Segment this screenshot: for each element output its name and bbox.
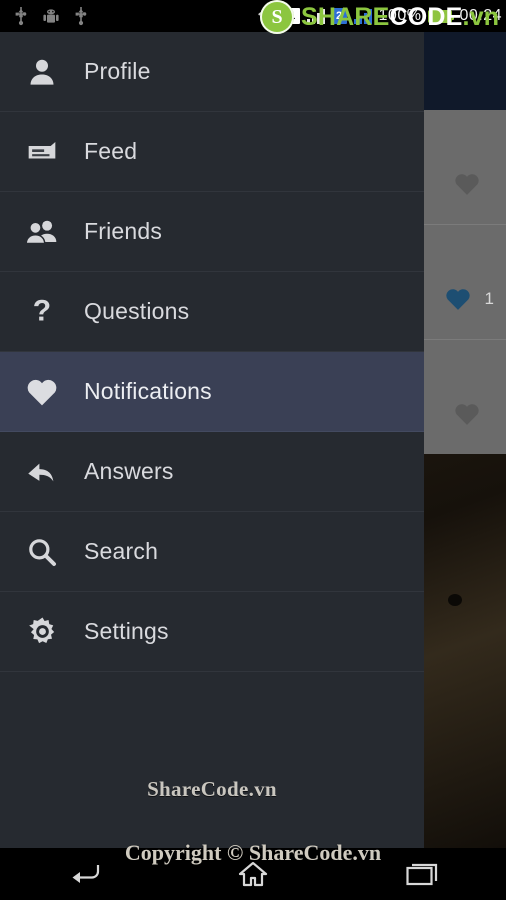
drawer-item-label: Friends xyxy=(84,218,163,244)
android-icon xyxy=(43,9,59,23)
drawer-item-label: Notifications xyxy=(84,378,212,404)
signal-bars-sim1 xyxy=(306,8,325,24)
drawer-item-label: Feed xyxy=(84,138,138,164)
person-icon xyxy=(0,56,84,88)
signal-bars-sim2 xyxy=(353,8,372,24)
drawer-item-label: Search xyxy=(84,538,159,564)
svg-text:?: ? xyxy=(33,295,51,328)
search-icon xyxy=(0,536,84,568)
navigation-drawer[interactable]: Profile Feed Friends ? Questions Notific… xyxy=(0,32,424,848)
heart-icon xyxy=(0,377,84,407)
list-item-meta xyxy=(454,402,494,426)
status-bar-left-icons xyxy=(14,0,88,32)
drawer-item-profile[interactable]: Profile xyxy=(0,32,424,112)
status-bar-right-icons: 1 2 100% 00:24 xyxy=(256,0,502,32)
home-button[interactable] xyxy=(211,848,295,900)
gear-icon xyxy=(0,615,84,648)
drawer-item-friends[interactable]: Friends xyxy=(0,192,424,272)
back-icon xyxy=(72,865,100,883)
drawer-item-questions[interactable]: ? Questions xyxy=(0,272,424,352)
drawer-empty-space xyxy=(0,672,424,730)
sim2-indicator: 2 xyxy=(331,8,347,24)
photo-detail xyxy=(448,594,462,606)
recents-icon xyxy=(406,863,437,886)
list-item-meta xyxy=(454,172,494,196)
drawer-item-label: Settings xyxy=(84,618,169,644)
list-item-meta: 1 xyxy=(445,287,494,311)
question-icon: ? xyxy=(0,295,84,329)
drawer-item-label: Answers xyxy=(84,458,174,484)
usb-icon xyxy=(75,7,87,26)
back-button[interactable] xyxy=(42,848,126,900)
battery-percent-label: 100% xyxy=(378,7,422,24)
reply-icon xyxy=(0,456,84,488)
heart-icon[interactable] xyxy=(454,402,480,426)
phone-screen: 1 Profile Feed Friends ? Questions Notif… xyxy=(0,0,506,900)
drawer-item-label: Profile xyxy=(84,58,151,84)
feed-icon xyxy=(0,136,84,168)
clock-label: 00:24 xyxy=(459,7,502,24)
drawer-item-search[interactable]: Search xyxy=(0,512,424,592)
drawer-watermark-text: ShareCode.vn xyxy=(147,776,277,801)
usb-icon xyxy=(15,7,27,26)
status-bar: 1 2 100% 00:24 xyxy=(0,0,506,32)
heart-icon[interactable] xyxy=(454,172,480,196)
drawer-item-settings[interactable]: Settings xyxy=(0,592,424,672)
sim1-indicator: 1 xyxy=(284,8,300,24)
system-navigation-bar[interactable] xyxy=(0,848,506,900)
friends-icon xyxy=(0,216,84,248)
drawer-item-label: Questions xyxy=(84,298,190,324)
recents-button[interactable] xyxy=(380,848,464,900)
home-icon xyxy=(238,861,268,887)
battery-icon xyxy=(428,9,455,23)
drawer-footer: ShareCode.vn xyxy=(0,730,424,848)
drawer-item-notifications[interactable]: Notifications xyxy=(0,352,424,432)
heart-icon[interactable] xyxy=(445,287,471,311)
like-count: 1 xyxy=(484,289,494,308)
drawer-item-feed[interactable]: Feed xyxy=(0,112,424,192)
drawer-item-answers[interactable]: Answers xyxy=(0,432,424,512)
wifi-icon xyxy=(257,10,276,24)
